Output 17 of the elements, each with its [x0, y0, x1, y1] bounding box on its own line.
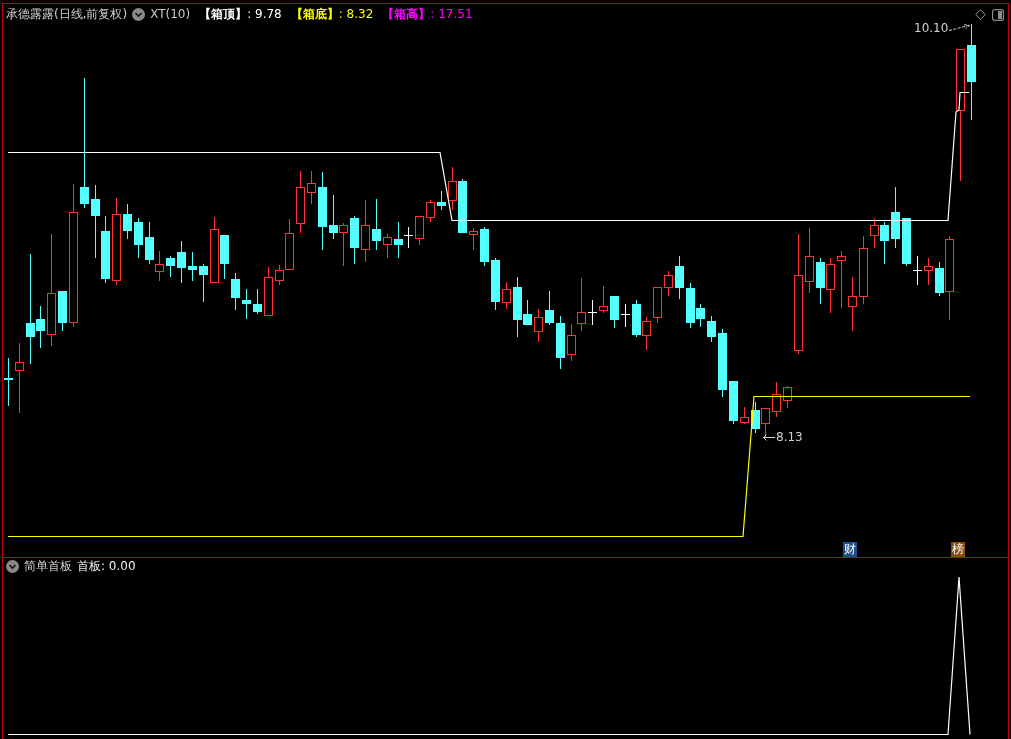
indicator-name: 简单首板 — [24, 558, 72, 575]
split-panel-icon[interactable] — [992, 9, 1004, 21]
indicator-reading: 【箱高】: 17.51 — [382, 5, 473, 23]
low-price-label: 8.13 — [776, 430, 803, 444]
indicator-reading: 【箱底】: 8.32 — [290, 5, 374, 23]
left-arrow-icon — [763, 433, 775, 441]
event-tag[interactable]: 榜 — [951, 542, 965, 557]
high-price-label: 10.10 — [914, 21, 949, 35]
chart-title: 承德露露(日线,前复权) — [6, 5, 128, 23]
chevron-down-icon[interactable] — [132, 7, 146, 21]
indicator-name: XT(10) — [150, 7, 191, 21]
indicator-reading: 【箱顶】: 9.78 — [199, 5, 282, 23]
event-tag[interactable]: 财 — [843, 542, 857, 557]
diamond-icon[interactable] — [975, 9, 986, 20]
right-arrow-icon — [949, 24, 972, 32]
chevron-down-icon[interactable] — [6, 560, 19, 573]
indicator-reading: 首板: 0.00 — [77, 558, 136, 575]
